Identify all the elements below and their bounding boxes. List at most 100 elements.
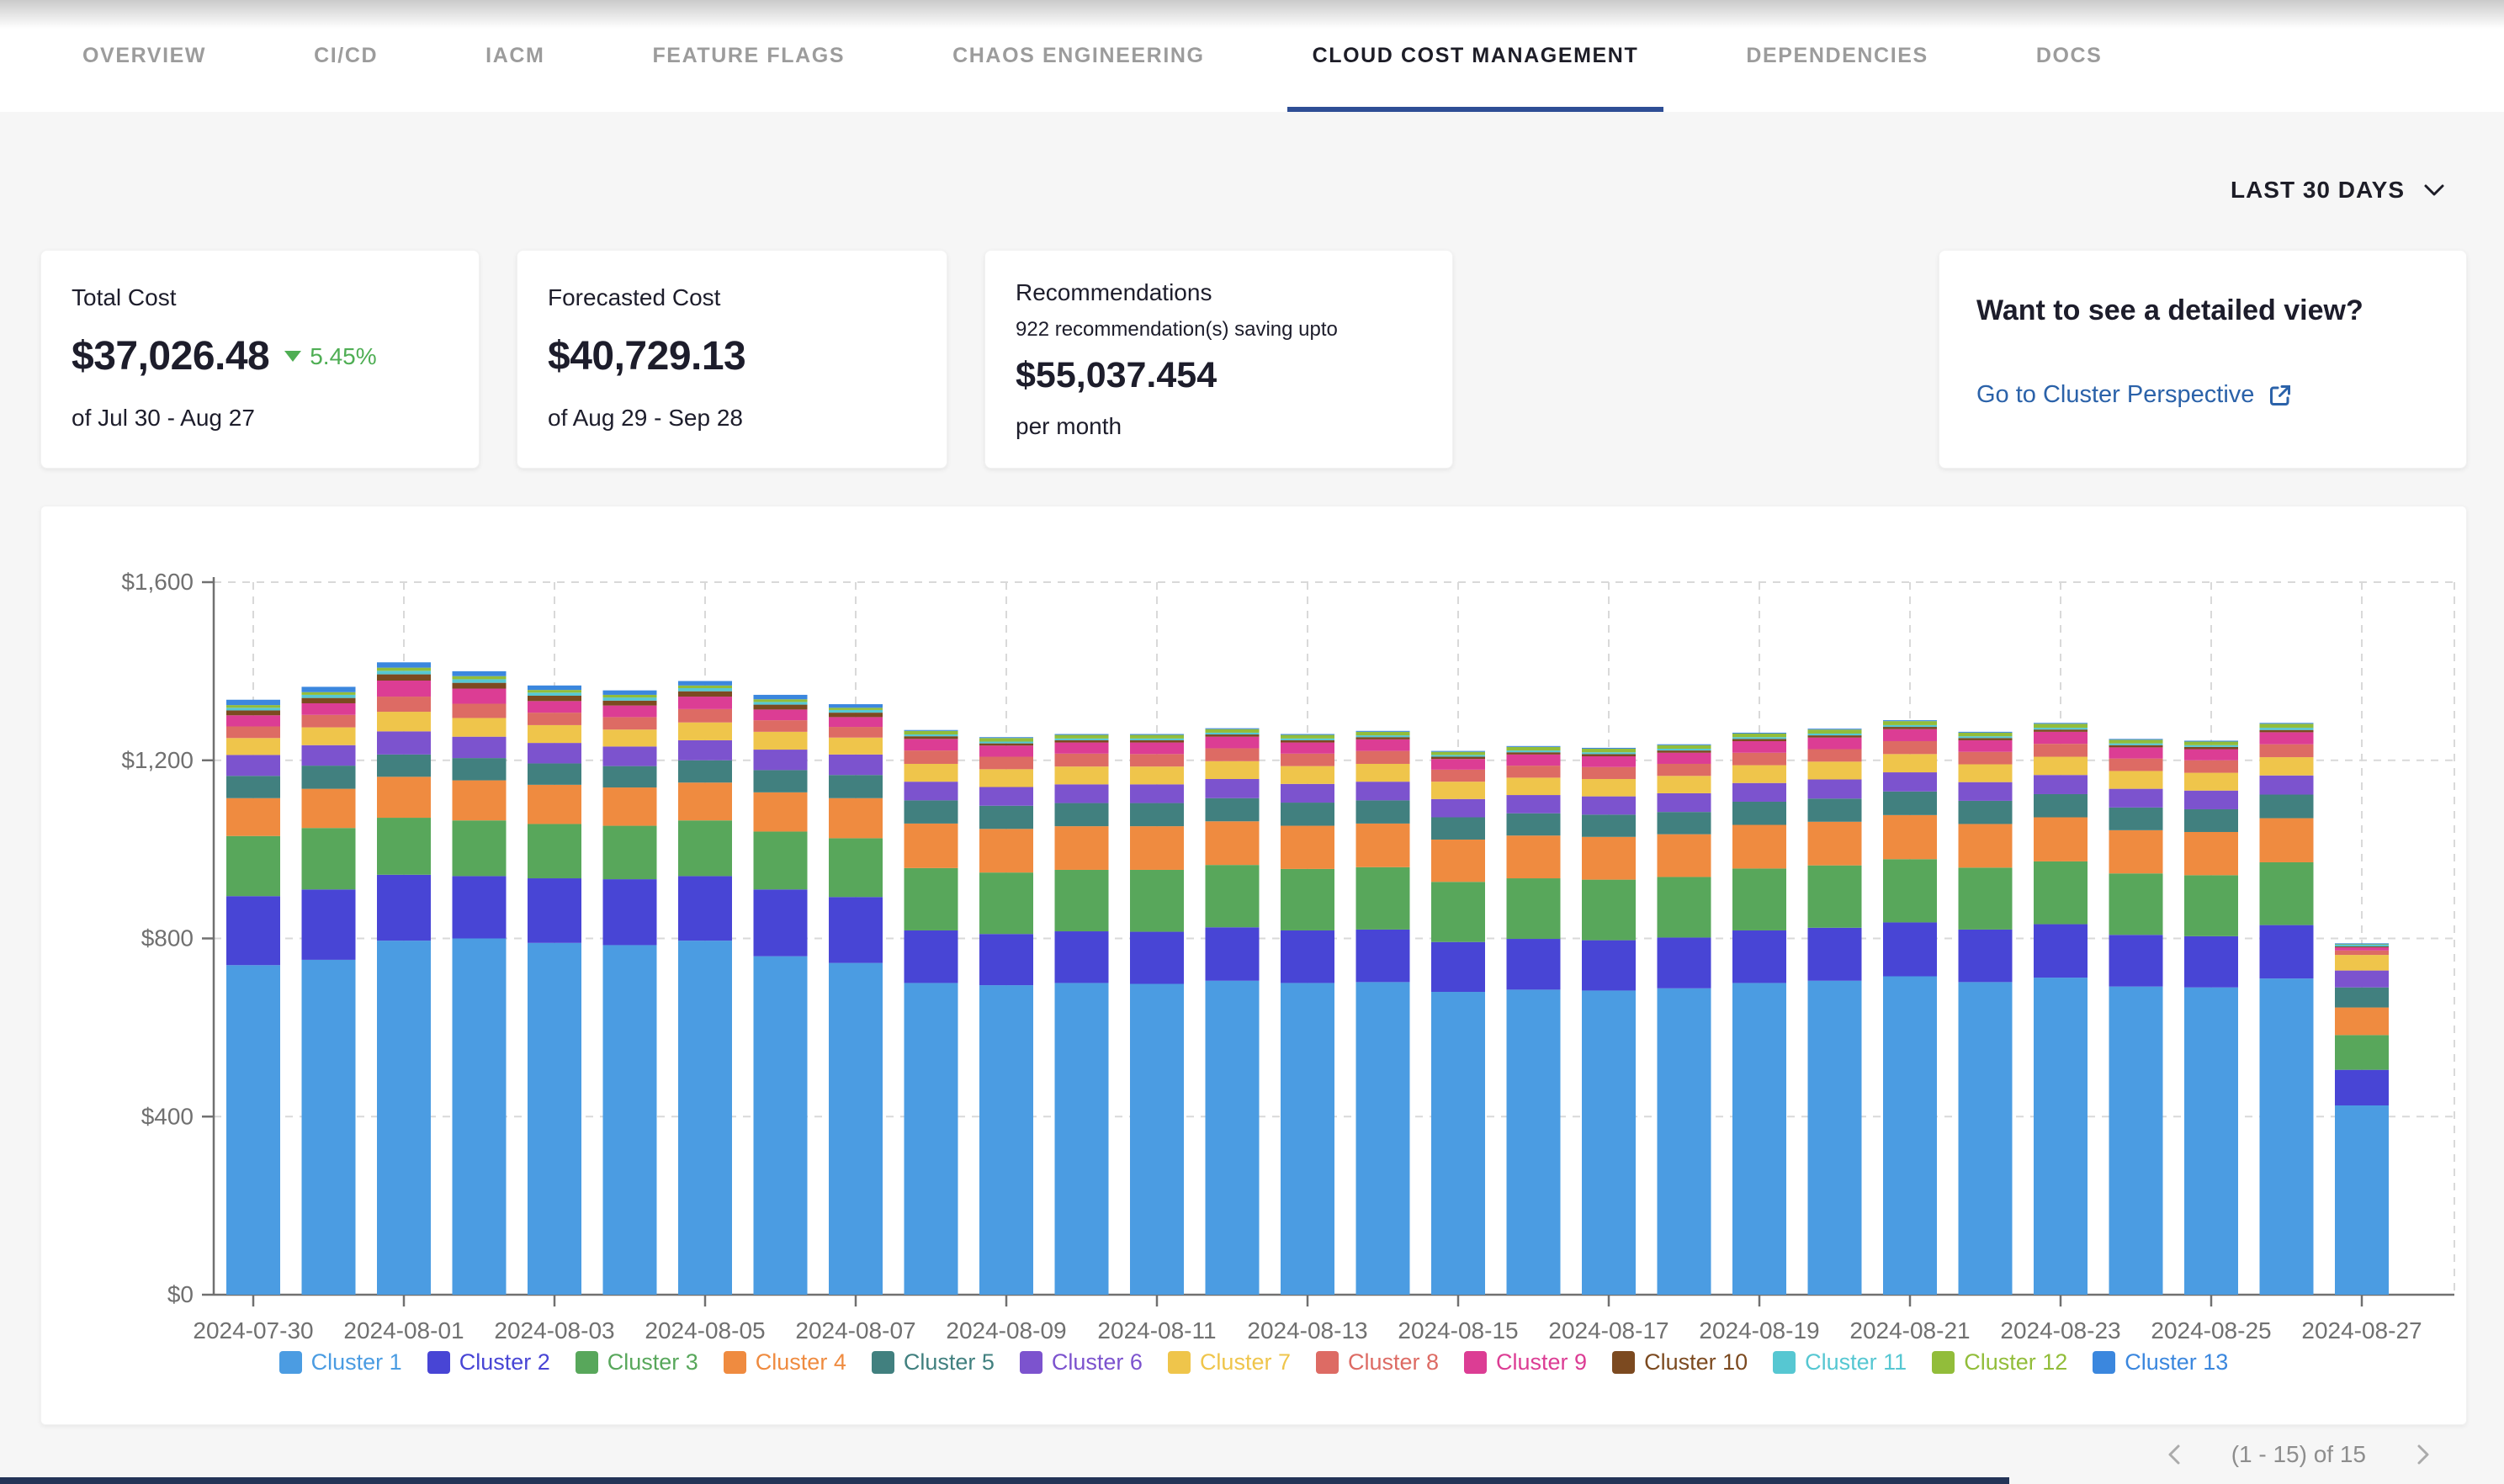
bar-segment-cluster-10[interactable]: [678, 692, 732, 697]
bar-segment-cluster-6[interactable]: [453, 737, 507, 758]
bar-segment-cluster-9[interactable]: [1732, 741, 1786, 753]
bar-segment-cluster-4[interactable]: [226, 798, 280, 836]
bar-2024-08-10[interactable]: [1055, 734, 1109, 1295]
bar-segment-cluster-2[interactable]: [678, 876, 732, 941]
bar-segment-cluster-10[interactable]: [2260, 730, 2314, 733]
bar-segment-cluster-8[interactable]: [678, 709, 732, 723]
bar-segment-cluster-8[interactable]: [1808, 750, 1862, 762]
bar-segment-cluster-5[interactable]: [1431, 818, 1485, 840]
bar-segment-cluster-4[interactable]: [2260, 819, 2314, 862]
bar-2024-08-27[interactable]: [2335, 943, 2389, 1295]
bar-segment-cluster-9[interactable]: [302, 703, 356, 715]
bar-segment-cluster-1[interactable]: [905, 983, 958, 1295]
bar-segment-cluster-10[interactable]: [302, 698, 356, 703]
bar-segment-cluster-12[interactable]: [1658, 745, 1711, 749]
bar-segment-cluster-7[interactable]: [377, 712, 431, 731]
bar-segment-cluster-2[interactable]: [1281, 930, 1334, 983]
bar-segment-cluster-3[interactable]: [377, 818, 431, 875]
bar-segment-cluster-1[interactable]: [2184, 988, 2238, 1295]
bar-segment-cluster-5[interactable]: [678, 761, 732, 782]
bar-segment-cluster-4[interactable]: [2034, 818, 2088, 861]
bar-segment-cluster-5[interactable]: [2184, 809, 2238, 832]
bar-segment-cluster-6[interactable]: [2034, 775, 2088, 794]
bar-segment-cluster-11[interactable]: [1356, 735, 1410, 737]
bar-segment-cluster-11[interactable]: [1431, 755, 1485, 756]
tab-chaos-engineering[interactable]: CHAOS ENGINEERING: [927, 0, 1229, 112]
bar-segment-cluster-12[interactable]: [377, 668, 431, 671]
bar-segment-cluster-8[interactable]: [2034, 744, 2088, 756]
legend-item-cluster-1[interactable]: Cluster 1: [279, 1349, 402, 1375]
bar-segment-cluster-5[interactable]: [2335, 988, 2389, 1008]
bar-segment-cluster-9[interactable]: [2260, 732, 2314, 744]
bar-segment-cluster-13[interactable]: [1281, 734, 1334, 735]
bar-segment-cluster-3[interactable]: [2109, 873, 2163, 935]
bar-segment-cluster-3[interactable]: [2034, 861, 2088, 925]
bar-segment-cluster-1[interactable]: [1732, 983, 1786, 1295]
bar-segment-cluster-7[interactable]: [678, 723, 732, 740]
bar-segment-cluster-2[interactable]: [528, 878, 581, 943]
bar-segment-cluster-8[interactable]: [1206, 748, 1260, 761]
tab-docs[interactable]: DOCS: [2011, 0, 2128, 112]
bar-segment-cluster-6[interactable]: [1431, 799, 1485, 818]
bar-segment-cluster-11[interactable]: [905, 734, 958, 736]
bar-segment-cluster-3[interactable]: [678, 820, 732, 876]
bar-segment-cluster-2[interactable]: [302, 889, 356, 960]
bar-segment-cluster-2[interactable]: [2260, 925, 2314, 979]
bar-segment-cluster-4[interactable]: [1431, 840, 1485, 882]
bar-segment-cluster-1[interactable]: [2109, 987, 2163, 1295]
bar-segment-cluster-1[interactable]: [2034, 978, 2088, 1295]
legend-item-cluster-10[interactable]: Cluster 10: [1612, 1349, 1748, 1375]
bar-segment-cluster-12[interactable]: [2109, 739, 2163, 743]
bar-segment-cluster-10[interactable]: [1206, 734, 1260, 737]
bar-segment-cluster-9[interactable]: [528, 701, 581, 713]
bar-2024-08-06[interactable]: [754, 695, 808, 1295]
bar-segment-cluster-13[interactable]: [1055, 734, 1109, 735]
bar-segment-cluster-5[interactable]: [528, 763, 581, 784]
bar-segment-cluster-10[interactable]: [528, 696, 581, 701]
bar-segment-cluster-5[interactable]: [453, 758, 507, 780]
bar-segment-cluster-10[interactable]: [1732, 739, 1786, 741]
time-range-dropdown[interactable]: LAST 30 DAYS: [2231, 177, 2445, 204]
bar-segment-cluster-11[interactable]: [1883, 725, 1937, 727]
bar-segment-cluster-13[interactable]: [1883, 720, 1937, 721]
bar-segment-cluster-11[interactable]: [377, 670, 431, 674]
bar-segment-cluster-5[interactable]: [226, 776, 280, 798]
bar-segment-cluster-8[interactable]: [1582, 767, 1636, 779]
bar-segment-cluster-7[interactable]: [603, 729, 657, 746]
bar-segment-cluster-2[interactable]: [1130, 932, 1184, 984]
bar-segment-cluster-12[interactable]: [302, 692, 356, 695]
bar-segment-cluster-13[interactable]: [979, 737, 1033, 738]
bar-segment-cluster-8[interactable]: [2335, 951, 2389, 955]
bar-segment-cluster-13[interactable]: [1431, 751, 1485, 752]
bar-segment-cluster-9[interactable]: [1130, 743, 1184, 755]
bar-segment-cluster-12[interactable]: [1808, 729, 1862, 734]
bar-segment-cluster-2[interactable]: [1959, 930, 2013, 982]
bar-segment-cluster-9[interactable]: [1281, 743, 1334, 754]
bar-segment-cluster-1[interactable]: [2260, 978, 2314, 1295]
bar-segment-cluster-3[interactable]: [1206, 865, 1260, 927]
bar-segment-cluster-13[interactable]: [377, 662, 431, 667]
bar-segment-cluster-6[interactable]: [678, 740, 732, 761]
bar-segment-cluster-6[interactable]: [754, 750, 808, 770]
bar-segment-cluster-11[interactable]: [1959, 736, 2013, 738]
bar-segment-cluster-11[interactable]: [1732, 737, 1786, 739]
bar-2024-08-23[interactable]: [2034, 723, 2088, 1295]
bar-segment-cluster-7[interactable]: [754, 732, 808, 750]
bar-segment-cluster-7[interactable]: [1356, 764, 1410, 782]
bar-segment-cluster-4[interactable]: [1507, 835, 1561, 878]
bar-segment-cluster-11[interactable]: [2034, 728, 2088, 729]
bar-segment-cluster-4[interactable]: [1281, 826, 1334, 869]
bar-segment-cluster-13[interactable]: [754, 695, 808, 699]
bar-segment-cluster-3[interactable]: [453, 820, 507, 876]
bar-segment-cluster-10[interactable]: [377, 675, 431, 681]
bar-segment-cluster-12[interactable]: [1130, 735, 1184, 739]
bar-segment-cluster-12[interactable]: [453, 676, 507, 680]
bar-segment-cluster-13[interactable]: [678, 681, 732, 686]
bar-segment-cluster-11[interactable]: [1808, 734, 1862, 735]
bar-segment-cluster-8[interactable]: [226, 727, 280, 739]
pagination-prev-button[interactable]: [2164, 1442, 2186, 1467]
bar-segment-cluster-10[interactable]: [453, 683, 507, 689]
bar-segment-cluster-12[interactable]: [2260, 723, 2314, 728]
bar-segment-cluster-10[interactable]: [2034, 729, 2088, 732]
bar-segment-cluster-5[interactable]: [1808, 798, 1862, 822]
